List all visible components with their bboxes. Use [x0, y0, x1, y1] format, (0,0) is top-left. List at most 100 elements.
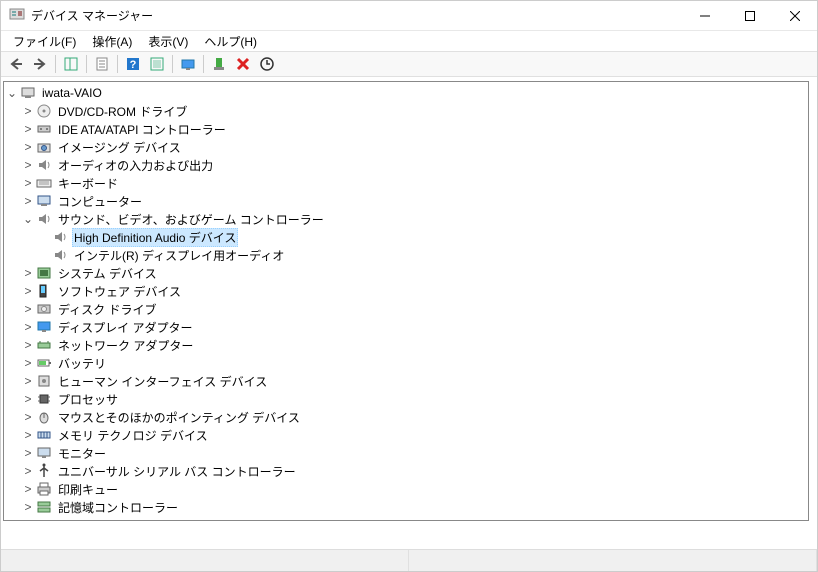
computer-icon	[20, 85, 36, 101]
tree-item[interactable]: > プロセッサ	[4, 390, 808, 408]
tree-item[interactable]: > イメージング デバイス	[4, 138, 808, 156]
speaker-icon	[36, 157, 52, 173]
minimize-button[interactable]	[682, 1, 727, 30]
tree-item[interactable]: > ヒューマン インターフェイス デバイス	[4, 372, 808, 390]
menu-help[interactable]: ヘルプ(H)	[196, 31, 265, 52]
expand-icon[interactable]: >	[20, 138, 36, 156]
help-button[interactable]: ?	[122, 53, 144, 75]
battery-icon	[36, 355, 52, 371]
maximize-button[interactable]	[727, 1, 772, 30]
tree-item-label: モニター	[56, 444, 108, 463]
properties-button[interactable]	[91, 53, 113, 75]
tree-item[interactable]: > モニター	[4, 444, 808, 462]
svg-text:?: ?	[130, 59, 137, 71]
expand-icon[interactable]: ⌄	[4, 84, 20, 102]
tree-item[interactable]: > ディスプレイ アダプター	[4, 318, 808, 336]
tree-item-label: ディスプレイ アダプター	[56, 318, 195, 337]
expand-icon[interactable]: >	[20, 426, 36, 444]
tree-item[interactable]: > メモリ テクノロジ デバイス	[4, 426, 808, 444]
expand-icon[interactable]: >	[20, 336, 36, 354]
cpu-icon	[36, 391, 52, 407]
tree-item-label: IDE ATA/ATAPI コントローラー	[56, 120, 228, 139]
tree-item-label: 印刷キュー	[56, 480, 120, 499]
tree-item[interactable]: > DVD/CD-ROM ドライブ	[4, 102, 808, 120]
device-tree[interactable]: ⌄ iwata-VAIO > DVD/CD-ROM ドライブ > IDE ATA…	[1, 77, 817, 549]
tree-item-label: インテル(R) ディスプレイ用オーディオ	[72, 246, 286, 265]
tree-item-label: キーボード	[56, 174, 120, 193]
expand-icon[interactable]: >	[20, 174, 36, 192]
disc-icon	[36, 103, 52, 119]
forward-button[interactable]	[29, 53, 51, 75]
expand-icon[interactable]: >	[20, 318, 36, 336]
tree-item[interactable]: > オーディオの入力および出力	[4, 156, 808, 174]
expand-icon[interactable]: >	[20, 354, 36, 372]
enable-button[interactable]	[208, 53, 230, 75]
scan-hardware-button[interactable]	[177, 53, 199, 75]
collapse-icon[interactable]: ⌄	[20, 210, 36, 228]
window-controls	[682, 1, 817, 30]
tree-item[interactable]: > キーボード	[4, 174, 808, 192]
tree-item-label: サウンド、ビデオ、およびゲーム コントローラー	[56, 210, 326, 229]
tree-item-label: マウスとそのほかのポインティング デバイス	[56, 408, 302, 427]
expand-icon[interactable]: >	[20, 390, 36, 408]
speaker-icon	[52, 229, 68, 245]
action-button[interactable]	[146, 53, 168, 75]
tree-item-label: ヒューマン インターフェイス デバイス	[56, 372, 269, 391]
expand-icon[interactable]: >	[20, 372, 36, 390]
tree-item[interactable]: > ディスク ドライブ	[4, 300, 808, 318]
expand-icon[interactable]: >	[20, 498, 36, 516]
tree-item[interactable]: > バッテリ	[4, 354, 808, 372]
show-hide-console-button[interactable]	[60, 53, 82, 75]
uninstall-button[interactable]	[232, 53, 254, 75]
speaker-icon	[36, 211, 52, 227]
tree-item[interactable]: > マウスとそのほかのポインティング デバイス	[4, 408, 808, 426]
storage-icon	[36, 499, 52, 515]
keyboard-icon	[36, 175, 52, 191]
tree-item-label: 記憶域コントローラー	[56, 498, 180, 517]
tree-item-sound[interactable]: ⌄ サウンド、ビデオ、およびゲーム コントローラー	[4, 210, 808, 228]
usb-icon	[36, 463, 52, 479]
tree-item[interactable]: > ソフトウェア デバイス	[4, 282, 808, 300]
expand-icon[interactable]: >	[20, 408, 36, 426]
root-label: iwata-VAIO	[40, 85, 104, 101]
camera-icon	[36, 139, 52, 155]
mouse-icon	[36, 409, 52, 425]
software-icon	[36, 283, 52, 299]
menu-file[interactable]: ファイル(F)	[5, 31, 84, 52]
expand-icon[interactable]: >	[20, 480, 36, 498]
hid-icon	[36, 373, 52, 389]
expand-icon[interactable]: >	[20, 156, 36, 174]
tree-item[interactable]: > ネットワーク アダプター	[4, 336, 808, 354]
tree-item[interactable]: > コンピューター	[4, 192, 808, 210]
tree-item[interactable]: > システム デバイス	[4, 264, 808, 282]
tree-item[interactable]: > 記憶域コントローラー	[4, 498, 808, 516]
tree-item-label: システム デバイス	[56, 264, 159, 283]
expand-icon[interactable]: >	[20, 120, 36, 138]
tree-item-audio-device[interactable]: High Definition Audio デバイス	[4, 228, 808, 246]
window-title: デバイス マネージャー	[31, 7, 682, 24]
menu-action[interactable]: 操作(A)	[84, 31, 140, 52]
tree-item[interactable]: > ユニバーサル シリアル バス コントローラー	[4, 462, 808, 480]
expand-icon[interactable]: >	[20, 444, 36, 462]
tree-item-label: High Definition Audio デバイス	[72, 228, 238, 247]
tree-item[interactable]: > IDE ATA/ATAPI コントローラー	[4, 120, 808, 138]
menu-view[interactable]: 表示(V)	[140, 31, 196, 52]
status-bar	[1, 549, 817, 571]
system-icon	[36, 265, 52, 281]
tree-item-label: オーディオの入力および出力	[56, 156, 215, 175]
tree-item-audio-device[interactable]: インテル(R) ディスプレイ用オーディオ	[4, 246, 808, 264]
tree-root[interactable]: ⌄ iwata-VAIO	[4, 84, 808, 102]
expand-icon[interactable]: >	[20, 192, 36, 210]
tree-item[interactable]: > 印刷キュー	[4, 480, 808, 498]
display-icon	[36, 319, 52, 335]
expand-icon[interactable]: >	[20, 264, 36, 282]
expand-icon[interactable]: >	[20, 462, 36, 480]
expand-icon[interactable]: >	[20, 102, 36, 120]
expand-icon[interactable]: >	[20, 300, 36, 318]
network-icon	[36, 337, 52, 353]
update-driver-button[interactable]	[256, 53, 278, 75]
expand-icon[interactable]: >	[20, 282, 36, 300]
back-button[interactable]	[5, 53, 27, 75]
tree-item-label: プロセッサ	[56, 390, 120, 409]
close-button[interactable]	[772, 1, 817, 30]
